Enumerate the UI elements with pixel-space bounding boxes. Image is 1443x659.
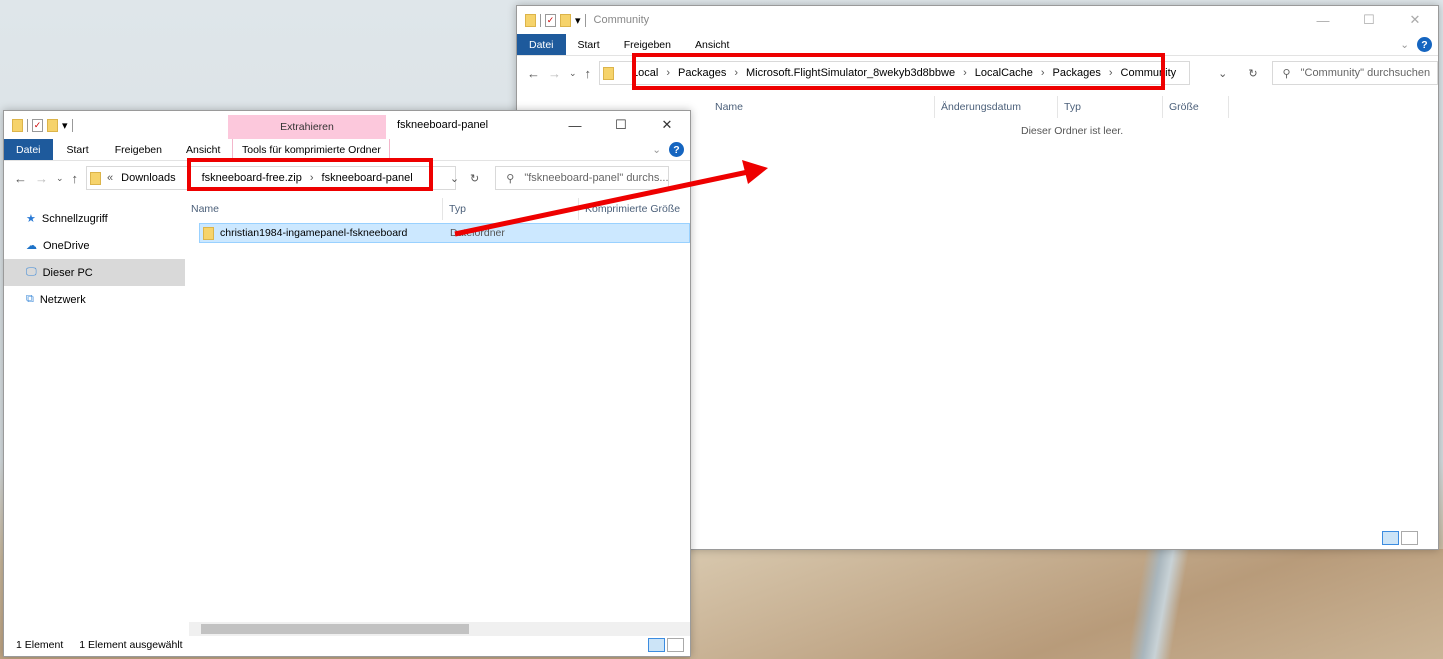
arrow-shaft <box>454 169 749 237</box>
red-arrow-annotation <box>454 160 768 237</box>
arrow-head <box>742 160 768 184</box>
